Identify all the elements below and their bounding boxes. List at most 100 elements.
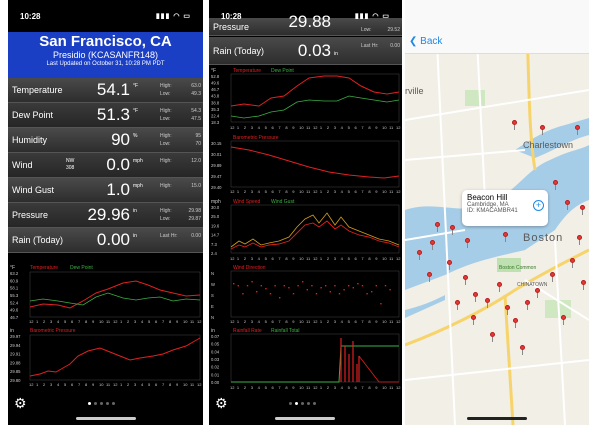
row-rain[interactable]: Rain (Today) 0.03 in Last Hr: 0.00: [209, 37, 402, 65]
station-pin[interactable]: [581, 280, 586, 290]
station-pin[interactable]: [520, 345, 525, 355]
station-pin[interactable]: [435, 222, 440, 232]
station-pin[interactable]: [575, 125, 580, 135]
station-pin[interactable]: [577, 235, 582, 245]
x-tick-label: 9: [375, 189, 378, 194]
legend-dew-point: Dew Point: [271, 68, 294, 74]
home-indicator[interactable]: [76, 417, 136, 420]
x-tick-label: 4: [258, 256, 261, 261]
station-pin[interactable]: [540, 125, 545, 135]
page-dot[interactable]: [88, 402, 91, 405]
station-pin[interactable]: [513, 318, 518, 328]
page-dot[interactable]: [100, 402, 103, 405]
row-pressure[interactable]: Pressure 29.96 in High: Low: 29.98 29.87: [8, 203, 203, 228]
row-wind-gust[interactable]: Wind Gust 1.0 mph High: 15.0: [8, 178, 203, 203]
legend-rainfall-rate: Rainfall Rate: [233, 328, 262, 334]
station-pin[interactable]: [565, 200, 570, 210]
station-pin[interactable]: [471, 315, 476, 325]
station-pin[interactable]: [430, 240, 435, 250]
page-dot[interactable]: [301, 402, 304, 405]
station-pin[interactable]: [503, 232, 508, 242]
station-pin[interactable]: [427, 272, 432, 282]
page-dot[interactable]: [313, 402, 316, 405]
temperature-chart-history[interactable]: °F Temperature Dew Point 52.849.646.743.…: [209, 66, 402, 133]
station-pin[interactable]: [490, 332, 495, 342]
x-tick-label: 6: [272, 256, 275, 261]
temperature-series: [29, 280, 201, 309]
station-pin[interactable]: [561, 315, 566, 325]
station-pin[interactable]: [465, 238, 470, 248]
y-tick-label: 29.88: [10, 360, 21, 365]
x-tick-label: 10: [382, 385, 387, 390]
x-tick-label: 2: [43, 382, 46, 387]
x-tick-label: 7: [278, 125, 281, 130]
row-unit: °F: [133, 108, 139, 114]
x-axis-ticks: 12 1 2 3 4 5 6 7 8 9 10 11 12 1 2 3 4 5 6 7 8 9 10 11 12: [230, 189, 401, 194]
station-pin[interactable]: [512, 120, 517, 130]
station-pin[interactable]: [463, 275, 468, 285]
x-tick-label: 3: [251, 256, 254, 261]
pressure-chart[interactable]: in Barometric Pressure 29.9729.9429.9129…: [8, 326, 203, 388]
legend-pressure: Barometric Pressure: [30, 328, 76, 334]
row-hl-values: 95 70: [195, 133, 201, 147]
station-pin[interactable]: [417, 250, 422, 260]
wind-direction-point: [334, 285, 336, 287]
row-rain-today[interactable]: Rain (Today) 0.00 in Last Hr: 0.00: [8, 228, 203, 253]
page-dot[interactable]: [295, 402, 298, 405]
station-pin[interactable]: [525, 300, 530, 310]
wind-direction-point: [352, 287, 354, 289]
page-dot[interactable]: [307, 402, 310, 405]
x-tick-label: 3: [334, 385, 337, 390]
y-tick-label: 52.4: [10, 300, 19, 305]
pressure-chart-history[interactable]: Barometric Pressure 30.15 30.01 29.89 29.47…: [209, 133, 402, 196]
x-tick-label: 6: [272, 189, 275, 194]
station-pin[interactable]: [550, 272, 555, 282]
station-pin[interactable]: [570, 258, 575, 268]
wind-chart-history[interactable]: mph Wind Speed Wind Gust 30.025.019.614.…: [209, 197, 402, 263]
station-pin[interactable]: [450, 225, 455, 235]
row-label: Rain (Today): [12, 235, 64, 245]
back-button[interactable]: ❮ Back: [409, 36, 442, 47]
settings-gear-icon[interactable]: ⚙: [14, 395, 27, 412]
settings-gear-icon[interactable]: ⚙: [215, 395, 228, 412]
page-indicator[interactable]: [289, 402, 316, 405]
page-indicator[interactable]: [88, 402, 115, 405]
x-tick-label: 11: [190, 382, 195, 387]
info-icon[interactable]: +: [533, 200, 544, 211]
row-dew-point[interactable]: Dew Point 51.3 °F High: Low: 54.3 47.5: [8, 103, 203, 128]
station-callout[interactable]: Beacon Hill Cambridge, MA ID: KMACAMBR41…: [462, 190, 548, 226]
page-dot[interactable]: [112, 402, 115, 405]
home-indicator[interactable]: [467, 417, 527, 420]
home-indicator[interactable]: [275, 417, 335, 420]
wind-direction-point: [375, 285, 377, 287]
station-pin[interactable]: [473, 292, 478, 302]
x-tick-label: 7: [162, 382, 165, 387]
station-pin[interactable]: [485, 298, 490, 308]
x-tick-label: 8: [285, 189, 288, 194]
station-pin[interactable]: [505, 305, 510, 315]
page-dot[interactable]: [289, 402, 292, 405]
page-dot[interactable]: [94, 402, 97, 405]
temperature-chart[interactable]: °F Temperature Dew Point 63.260.958.155.…: [8, 263, 203, 325]
station-pin[interactable]: [553, 180, 558, 190]
station-pin[interactable]: [447, 260, 452, 270]
station-pin[interactable]: [535, 288, 540, 298]
row-humidity[interactable]: Humidity 90% High: Low: 95 70: [8, 128, 203, 153]
x-tick-label: 8: [85, 319, 88, 324]
row-temperature[interactable]: Temperature 54.1 °F High: Low: 63.0 49.3: [8, 78, 203, 103]
rainfall-chart[interactable]: in Rainfall Rate Rainfall Total 0.070.05…: [209, 326, 402, 392]
station-pin[interactable]: [455, 300, 460, 310]
signal-wifi-battery-icon: ▮▮▮ ◠ ▭: [155, 13, 191, 20]
station-pin[interactable]: [497, 282, 502, 292]
y-tick-label: 22.4: [211, 113, 220, 118]
x-tick-label: 10: [99, 319, 104, 324]
temperature-series: [230, 75, 400, 107]
station-pin[interactable]: [580, 205, 585, 215]
x-tick-label: 10: [299, 319, 304, 324]
page-dot[interactable]: [106, 402, 109, 405]
wind-direction-chart[interactable]: Wind Direction NWSEN 12 1 2 3 4 5 6 7 8 9 10 11 12 1 2…: [209, 263, 402, 325]
row-hl-labels: High: Low:: [160, 133, 172, 147]
y-tick-label: 0.05: [211, 342, 220, 347]
x-tick-label: 12: [396, 319, 401, 324]
row-wind[interactable]: Wind NW 308 0.0 mph High: 12.0: [8, 153, 203, 178]
